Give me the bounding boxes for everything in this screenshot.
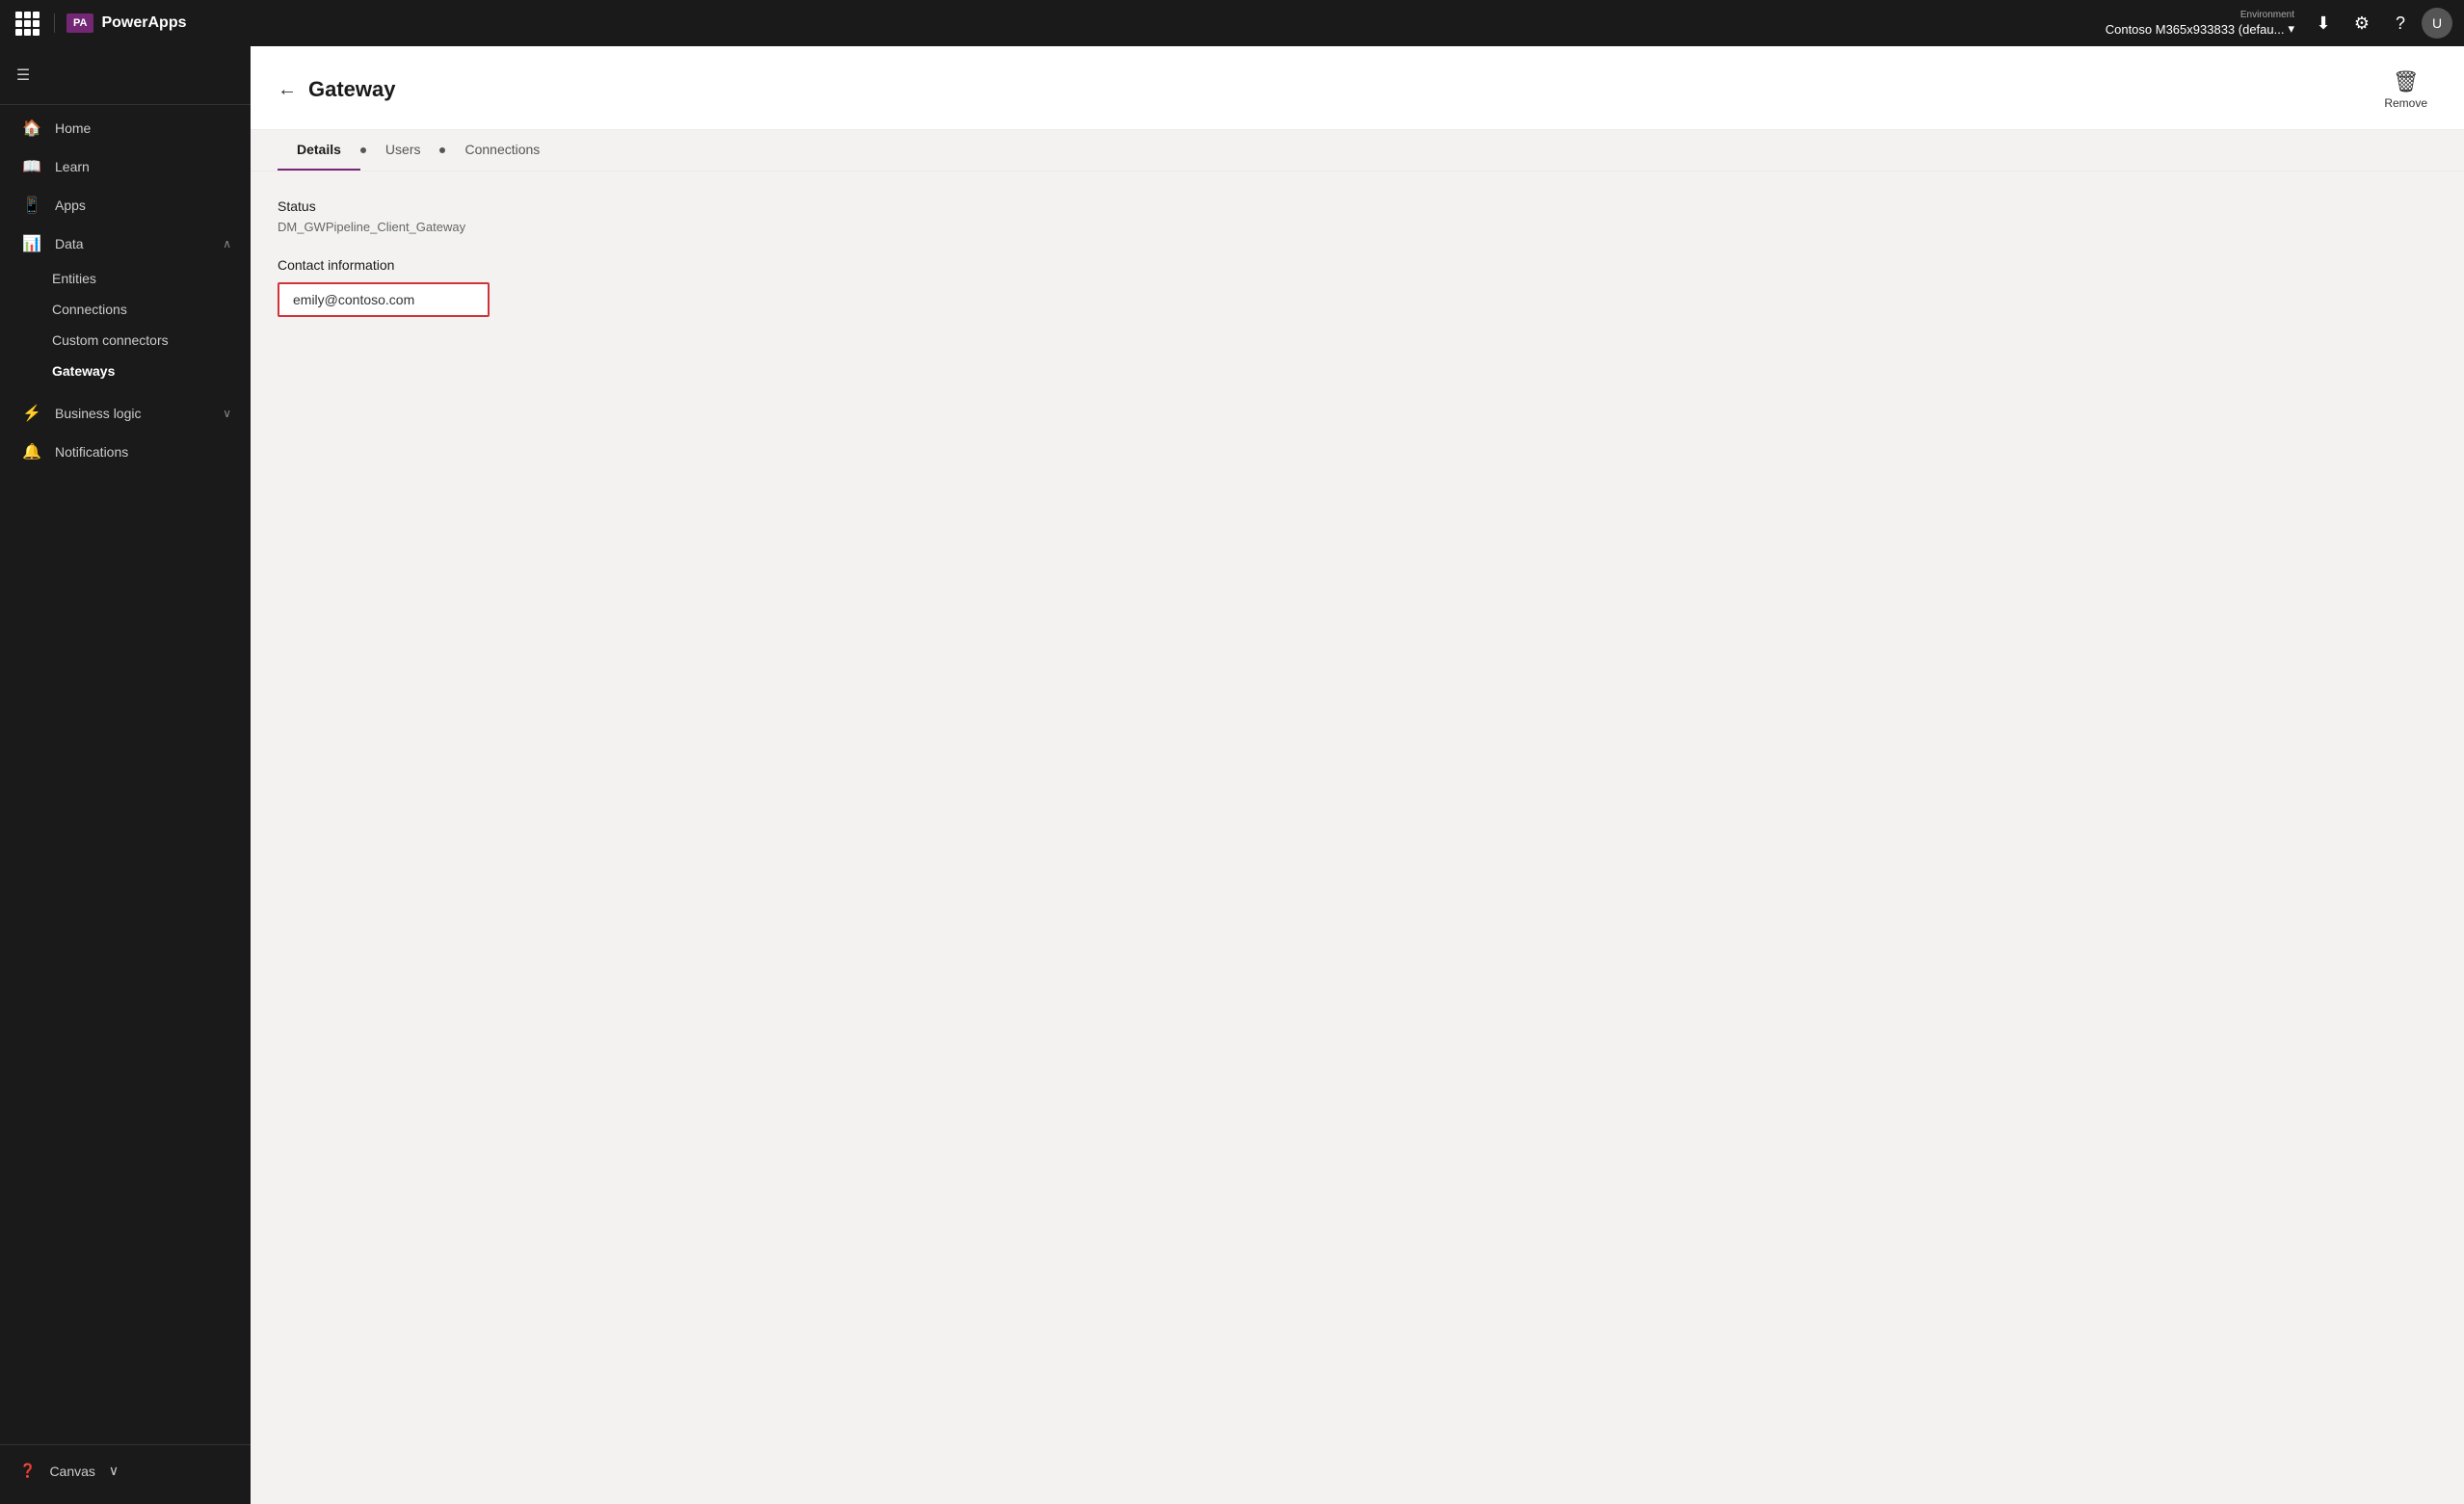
- back-icon: ←: [278, 79, 297, 101]
- contact-email-field[interactable]: [278, 282, 490, 317]
- tab-users[interactable]: Users: [366, 130, 440, 171]
- sidebar-item-learn[interactable]: 📖 Learn: [0, 147, 251, 186]
- sidebar-footer-label: Canvas: [49, 1464, 94, 1479]
- sidebar-bottom-section: ⚡ Business logic ∨ 🔔 Notifications: [0, 390, 251, 475]
- sidebar-item-notifications[interactable]: 🔔 Notifications: [0, 433, 251, 471]
- remove-button[interactable]: 🗑 Remove: [2374, 66, 2437, 114]
- topbar: PA PowerApps Environment Contoso M365x93…: [0, 0, 2464, 46]
- sidebar-item-apps[interactable]: 📱 Apps: [0, 186, 251, 224]
- sidebar-item-home[interactable]: 🏠 Home: [0, 109, 251, 147]
- sidebar-item-gateways[interactable]: Gateways: [0, 356, 251, 386]
- settings-icon: ⚙: [2354, 13, 2370, 34]
- sidebar-item-label: Connections: [52, 302, 127, 317]
- tab-details[interactable]: Details: [278, 130, 360, 171]
- sidebar: ☰ 🏠 Home 📖 Learn 📱 Apps 📊 Data ∧ En: [0, 46, 251, 1504]
- sidebar-item-label: Learn: [55, 159, 231, 174]
- sidebar-item-connections[interactable]: Connections: [0, 294, 251, 325]
- brand: PA PowerApps: [54, 13, 186, 33]
- topbar-icons: ⬇ ⚙ ? U: [2306, 6, 2452, 40]
- sidebar-item-label: Home: [55, 120, 231, 136]
- sidebar-nav: 🏠 Home 📖 Learn 📱 Apps 📊 Data ∧ Entities …: [0, 105, 251, 390]
- sidebar-item-entities[interactable]: Entities: [0, 263, 251, 294]
- main-content: ← Gateway 🗑 Remove Details Users Connect…: [251, 46, 2464, 1504]
- waffle-button[interactable]: [12, 8, 42, 39]
- tab-connections-label: Connections: [464, 142, 540, 157]
- page-header: ← Gateway 🗑 Remove: [251, 46, 2464, 130]
- hamburger-button[interactable]: ☰: [0, 54, 46, 96]
- hamburger-icon: ☰: [16, 66, 30, 85]
- data-icon: 📊: [22, 234, 41, 253]
- sidebar-item-label: Data: [55, 236, 209, 251]
- sidebar-item-label: Business logic: [55, 406, 209, 421]
- home-icon: 🏠: [22, 119, 41, 138]
- sidebar-item-data[interactable]: 📊 Data ∧: [0, 224, 251, 263]
- status-value: DM_GWPipeline_Client_Gateway: [278, 220, 2437, 234]
- sidebar-item-custom-connectors[interactable]: Custom connectors: [0, 325, 251, 356]
- chevron-up-icon: ∧: [223, 237, 231, 251]
- content-area: Status DM_GWPipeline_Client_Gateway Cont…: [251, 172, 2464, 1504]
- settings-button[interactable]: ⚙: [2345, 6, 2379, 40]
- status-section: Status DM_GWPipeline_Client_Gateway: [278, 198, 2437, 234]
- help-icon: ?: [2396, 13, 2405, 34]
- trash-icon: 🗑: [2393, 69, 2420, 94]
- brand-logo: PA: [66, 13, 93, 33]
- canvas-help-icon: ❓: [19, 1463, 36, 1479]
- page-title: Gateway: [308, 77, 396, 102]
- sidebar-item-label: Gateways: [52, 363, 115, 379]
- sidebar-footer-item[interactable]: ❓ Canvas ∨: [0, 1453, 251, 1489]
- tab-connections[interactable]: Connections: [445, 130, 559, 171]
- tab-users-label: Users: [385, 142, 421, 157]
- env-label: Environment: [2240, 10, 2294, 20]
- contact-section: Contact information: [278, 257, 2437, 317]
- notifications-icon: 🔔: [22, 442, 41, 462]
- sidebar-item-label: Custom connectors: [52, 332, 169, 348]
- chevron-down-icon: ∨: [109, 1463, 119, 1479]
- chevron-down-icon: ▾: [2288, 21, 2294, 37]
- apps-icon: 📱: [22, 196, 41, 215]
- tabs: Details Users Connections: [251, 130, 2464, 172]
- brand-name: PowerApps: [101, 14, 186, 32]
- remove-label: Remove: [2384, 96, 2427, 110]
- download-button[interactable]: ⬇: [2306, 6, 2341, 40]
- tab-details-label: Details: [297, 142, 341, 157]
- avatar[interactable]: U: [2422, 8, 2452, 39]
- contact-label: Contact information: [278, 257, 2437, 273]
- sidebar-item-label: Entities: [52, 271, 96, 286]
- sidebar-item-label: Notifications: [55, 444, 231, 460]
- chevron-down-icon: ∨: [223, 407, 231, 420]
- page-header-left: ← Gateway: [278, 77, 396, 102]
- environment-selector[interactable]: Environment Contoso M365x933833 (defau..…: [2106, 10, 2294, 37]
- help-button[interactable]: ?: [2383, 6, 2418, 40]
- download-icon: ⬇: [2316, 13, 2330, 34]
- env-value: Contoso M365x933833 (defau... ▾: [2106, 21, 2294, 37]
- sidebar-item-business-logic[interactable]: ⚡ Business logic ∨: [0, 394, 251, 433]
- learn-icon: 📖: [22, 157, 41, 176]
- status-label: Status: [278, 198, 2437, 214]
- sidebar-item-label: Apps: [55, 198, 231, 213]
- sidebar-footer: ❓ Canvas ∨: [0, 1444, 251, 1489]
- business-logic-icon: ⚡: [22, 404, 41, 423]
- back-button[interactable]: ←: [278, 79, 297, 101]
